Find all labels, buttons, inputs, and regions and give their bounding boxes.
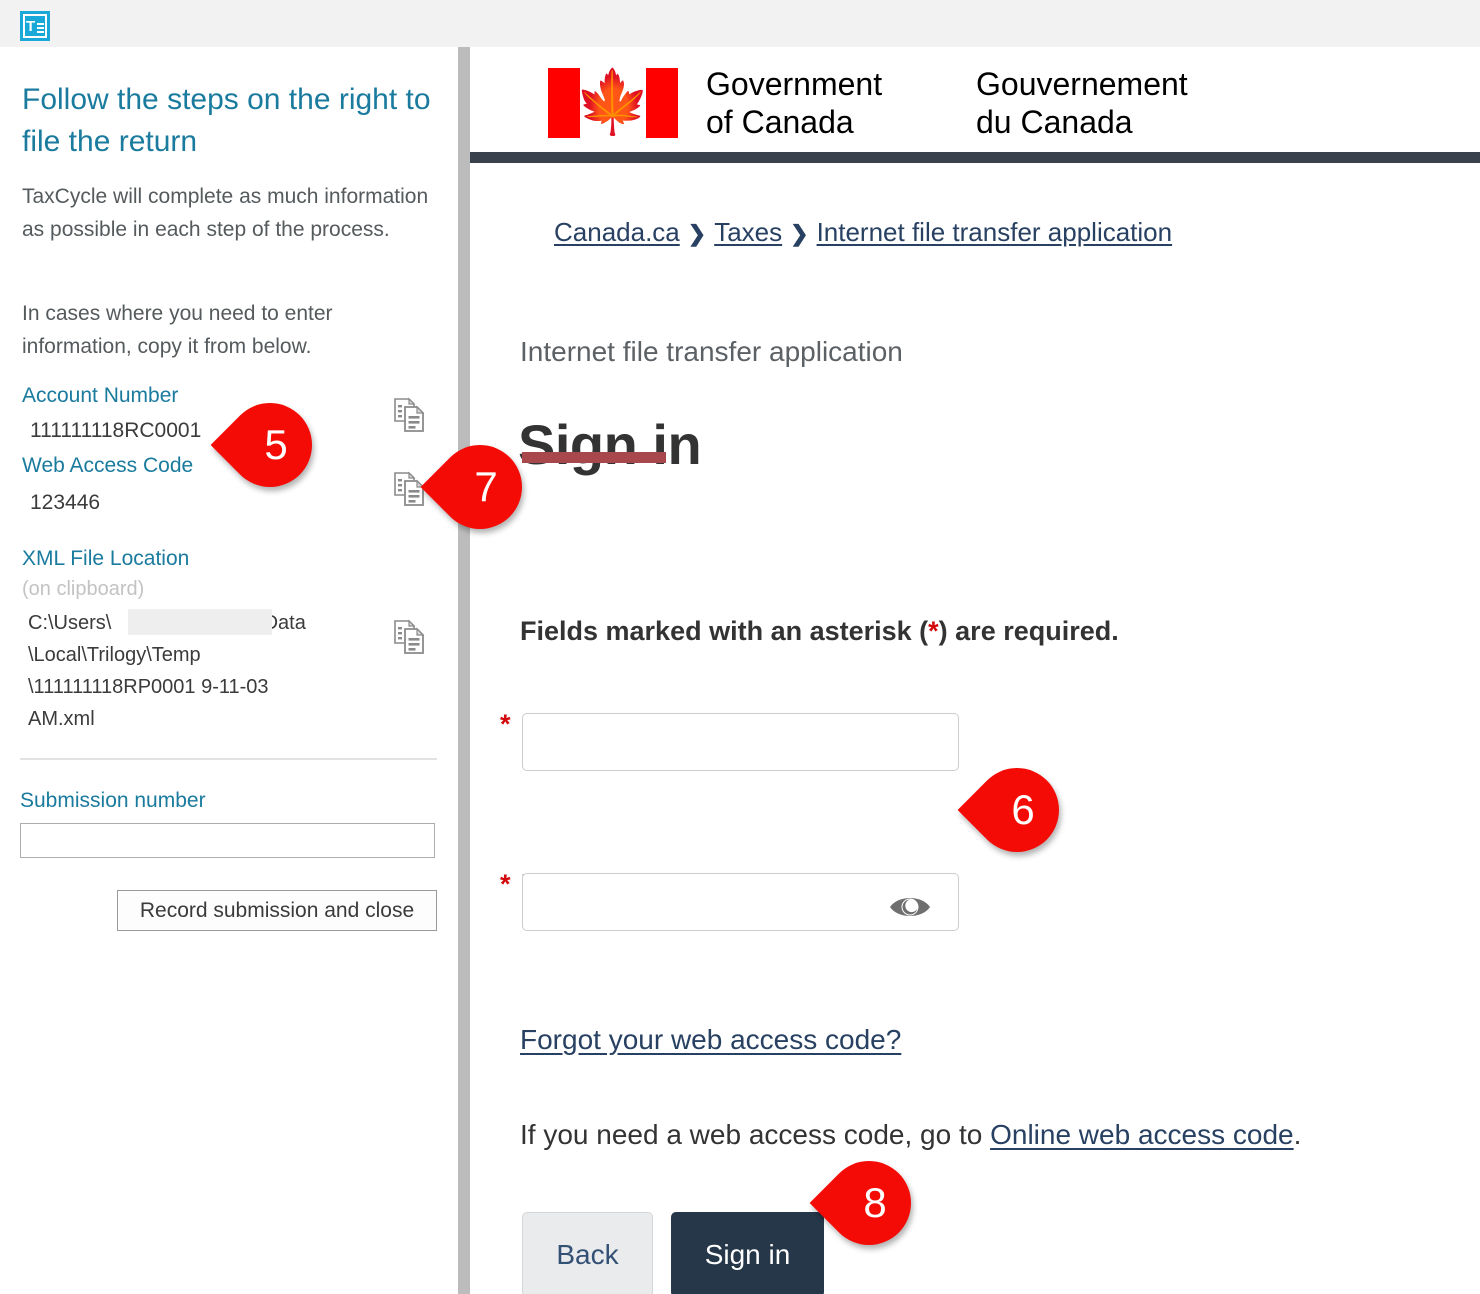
maple-leaf-icon: 🍁 xyxy=(574,68,652,137)
sidebar-xml-file-location-label: XML File Location xyxy=(22,547,190,570)
page-title-underline xyxy=(522,452,666,463)
sidebar-web-access-code-value: 123446 xyxy=(30,491,101,514)
sidebar-web-access-code-label: Web Access Code xyxy=(22,454,194,477)
pane-splitter[interactable] xyxy=(458,47,470,1294)
sidebar-xml-clipboard-note: (on clipboard) xyxy=(22,578,145,600)
sign-in-button[interactable]: Sign in xyxy=(671,1212,824,1294)
government-of-canada-banner: 🍁 Government of Canada Gouvernement du C… xyxy=(470,47,1480,152)
required-asterisk: * xyxy=(500,709,511,739)
callout-marker-5: 5 xyxy=(210,385,330,505)
goc-signature: 🍁 Government of Canada Gouvernement du C… xyxy=(548,65,1256,141)
taxcycle-app-icon: T xyxy=(20,11,50,41)
callout-marker-6: 6 xyxy=(957,750,1077,870)
eye-icon[interactable] xyxy=(888,892,932,922)
callout-number: 5 xyxy=(264,421,288,468)
sidebar-paragraph-1: TaxCycle will complete as much informati… xyxy=(22,185,429,241)
need-code-suffix: . xyxy=(1293,1119,1302,1150)
page-title: Sign in xyxy=(518,412,702,476)
page-eyebrow: Internet file transfer application xyxy=(520,336,903,367)
required-asterisk: * xyxy=(500,869,511,899)
redaction-block xyxy=(128,609,272,635)
window-title-bar: T xyxy=(0,0,1480,47)
required-note-suffix: ) are required. xyxy=(938,616,1119,646)
back-button[interactable]: Back xyxy=(522,1212,653,1294)
cra-web-page: 🍁 Government of Canada Gouvernement du C… xyxy=(470,47,1480,1294)
sidebar-divider-rule xyxy=(20,758,437,760)
banner-bottom-rule xyxy=(470,152,1480,163)
online-web-access-code-link[interactable]: Online web access code xyxy=(990,1119,1294,1150)
need-web-access-code-paragraph: If you need a web access code, go to Onl… xyxy=(520,1117,1301,1153)
need-code-prefix: If you need a web access code, go to xyxy=(520,1119,991,1150)
wordmark-english: Government of Canada xyxy=(706,66,883,140)
callout-marker-7: 7 xyxy=(420,427,540,547)
callout-number: 6 xyxy=(1011,786,1035,833)
copy-icon-account-number[interactable] xyxy=(391,396,429,434)
taxcycle-sidebar: Follow the steps on the right to file th… xyxy=(0,47,452,1294)
breadcrumb-separator-icon: ❯ xyxy=(790,221,809,246)
sidebar-account-number-label: Account Number xyxy=(22,384,179,407)
account-number-input[interactable] xyxy=(522,713,959,771)
callout-number: 7 xyxy=(474,463,498,510)
sidebar-heading: Follow the steps on the right to file th… xyxy=(22,83,431,158)
submission-number-input[interactable] xyxy=(20,823,435,858)
required-note-asterisk: * xyxy=(928,616,939,646)
breadcrumb-item-taxes[interactable]: Taxes xyxy=(714,217,782,247)
breadcrumb-item-internet-file-transfer-application[interactable]: Internet file transfer application xyxy=(817,217,1173,247)
breadcrumb-item-canada-ca[interactable]: Canada.ca xyxy=(554,217,680,247)
required-note-prefix: Fields marked with an asterisk ( xyxy=(520,616,929,646)
canada-flag-icon: 🍁 xyxy=(548,68,678,138)
callout-marker-8: 8 xyxy=(809,1143,929,1263)
copy-icon-xml-file-location[interactable] xyxy=(391,618,429,656)
submission-number-label: Submission number xyxy=(20,789,206,812)
app-icon-line-1 xyxy=(37,23,44,25)
forgot-web-access-code-link[interactable]: Forgot your web access code? xyxy=(520,1022,901,1058)
callout-number: 8 xyxy=(863,1179,887,1226)
required-fields-note: Fields marked with an asterisk (*) are r… xyxy=(520,614,1119,648)
sidebar-paragraph-2: In cases where you need to enter informa… xyxy=(22,302,333,358)
breadcrumb: Canada.ca ❯ Taxes ❯ Internet file transfer a… xyxy=(554,215,1172,251)
app-icon-line-2 xyxy=(37,27,44,29)
record-submission-and-close-button[interactable]: Record submission and close xyxy=(117,890,437,931)
breadcrumb-separator-icon: ❯ xyxy=(687,221,707,246)
app-icon-line-3 xyxy=(37,31,44,33)
sidebar-account-number-value: 111111118RC0001 xyxy=(30,419,202,442)
wordmark-french: Gouvernement du Canada xyxy=(976,66,1188,140)
